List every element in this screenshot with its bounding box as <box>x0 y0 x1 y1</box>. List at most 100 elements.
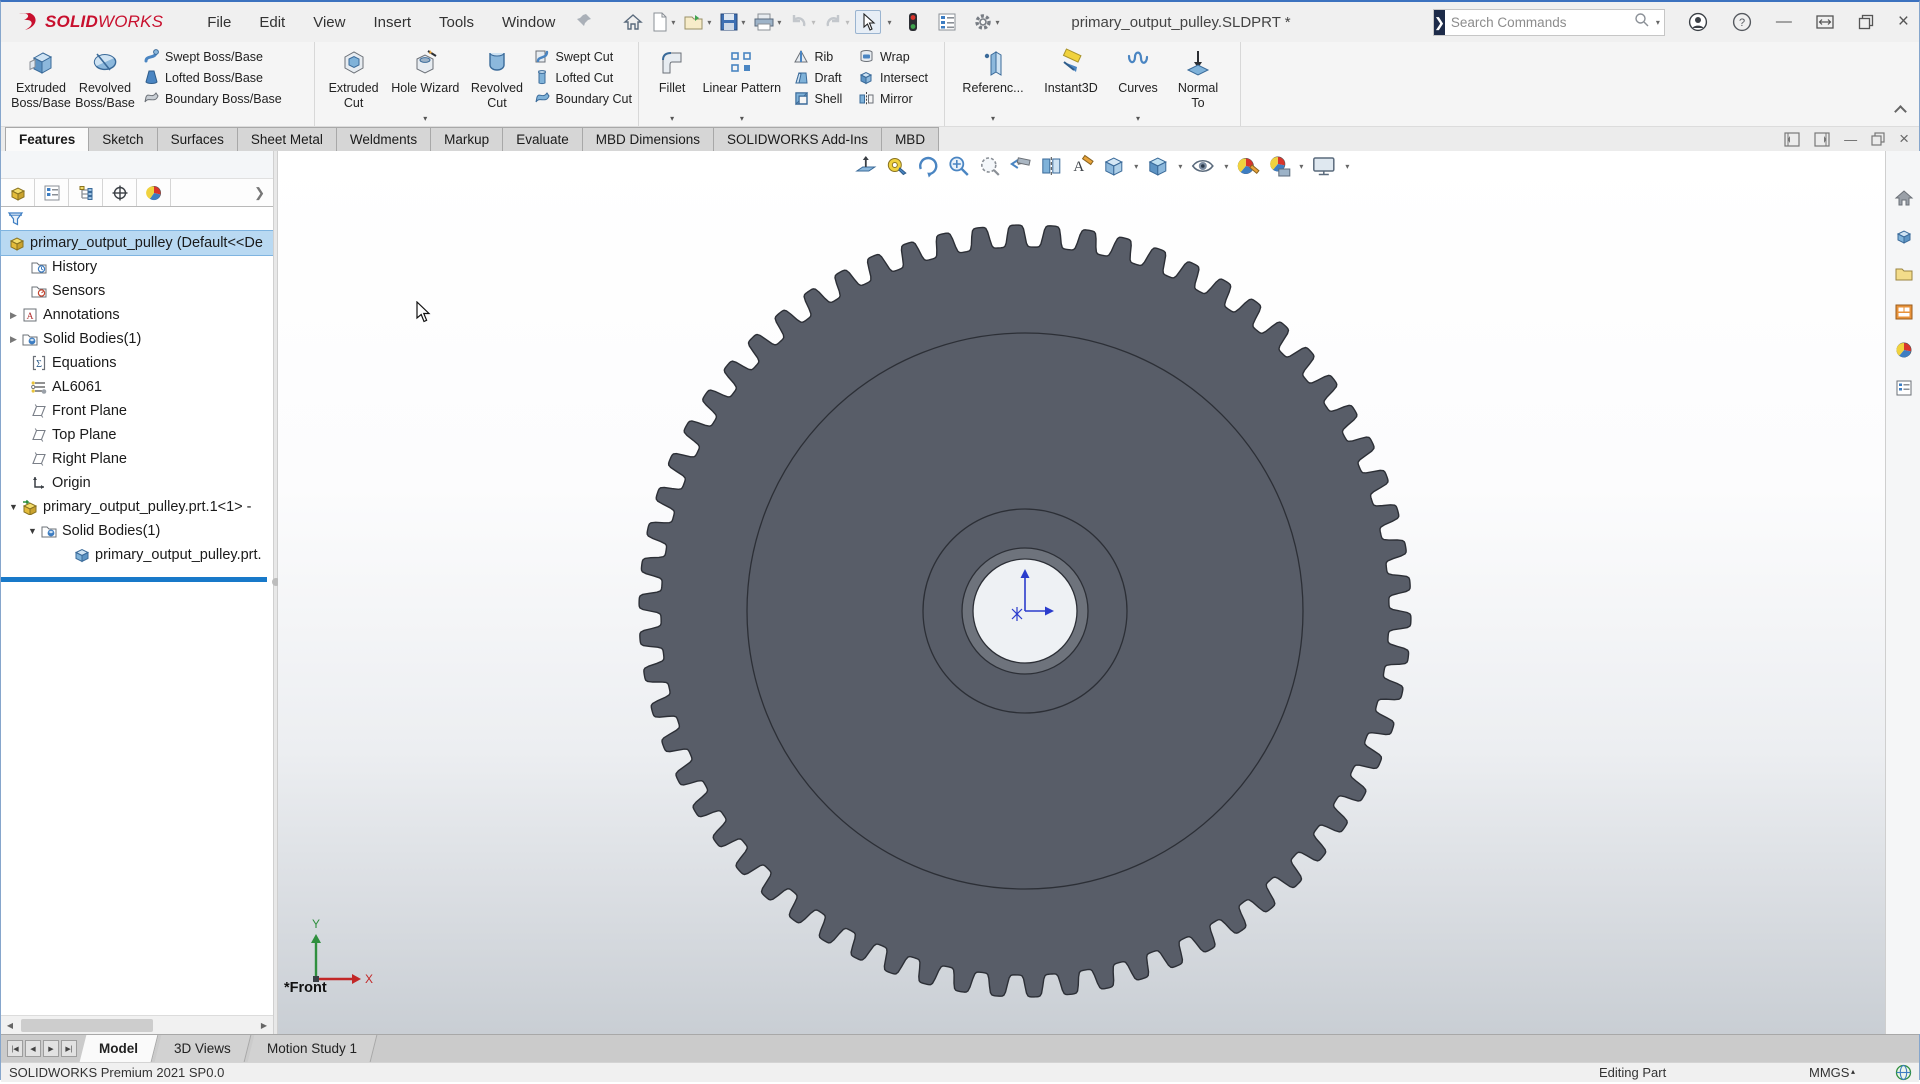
zoom-to-fit-icon[interactable] <box>853 154 877 178</box>
home-button[interactable] <box>621 10 645 34</box>
minimize-button[interactable]: — <box>1776 13 1792 31</box>
units-selector[interactable]: MMGS <box>1809 1065 1849 1080</box>
display-style-caret[interactable]: ▾ <box>1178 162 1182 171</box>
search-icon[interactable] <box>1634 12 1650 33</box>
print-button[interactable]: ▾ <box>751 10 783 34</box>
boundary-boss-base-button[interactable]: Boundary Boss/Base <box>143 88 282 109</box>
rotate-view-icon[interactable] <box>915 154 939 178</box>
tree-item-root[interactable]: primary_output_pulley (Default<<De <box>1 231 273 255</box>
tree-item-top-plane[interactable]: Top Plane <box>1 423 273 447</box>
previous-view-icon[interactable] <box>1008 154 1032 178</box>
swept-boss-base-button[interactable]: Swept Boss/Base <box>143 46 282 67</box>
section-view-icon[interactable] <box>1039 154 1063 178</box>
swept-cut-button[interactable]: Swept Cut <box>534 46 632 67</box>
view-palette-icon[interactable] <box>1894 303 1914 326</box>
hole-wizard-button[interactable]: Hole Wizard ▾ <box>384 46 466 124</box>
pin-menu-icon[interactable] <box>577 12 593 32</box>
menu-insert[interactable]: Insert <box>373 14 411 31</box>
tree-item-equations[interactable]: Σ Equations <box>1 351 273 375</box>
panel-flyout-arrow[interactable]: ❯ <box>254 185 265 201</box>
menu-file[interactable]: File <box>207 14 231 31</box>
boundary-cut-button[interactable]: Boundary Cut <box>534 88 632 109</box>
undo-button[interactable]: ▾ <box>787 11 817 33</box>
tree-item-origin[interactable]: Origin <box>1 471 273 495</box>
search-commands-box[interactable]: ❯ ▾ <box>1433 9 1665 36</box>
lofted-boss-base-button[interactable]: Lofted Boss/Base <box>143 67 282 88</box>
tree-item-annotations[interactable]: ▶ A Annotations <box>1 303 273 327</box>
tree-item-sub-solid-bodies[interactable]: ▼ Solid Bodies(1) <box>1 519 273 543</box>
status-globe-icon[interactable] <box>1895 1064 1912 1084</box>
normal-to-button[interactable]: Normal To <box>1167 46 1229 124</box>
save-button[interactable]: ▾ <box>717 10 747 34</box>
revolved-cut-button[interactable]: Revolved Cut <box>466 46 527 124</box>
menu-view[interactable]: View <box>313 14 345 31</box>
scrollbar-thumb[interactable] <box>21 1019 153 1032</box>
dimxpert-manager-tab[interactable] <box>103 179 137 206</box>
search-scope-caret[interactable]: ▾ <box>1656 18 1660 27</box>
tab-solidworks-add-ins[interactable]: SOLIDWORKS Add-Ins <box>713 127 882 151</box>
fillet-button[interactable]: Fillet ▾ <box>647 46 697 124</box>
annotation-views-icon[interactable]: A <box>1070 154 1094 178</box>
view-orientation-icon[interactable] <box>1101 154 1125 178</box>
mirror-button[interactable]: Mirror <box>858 88 938 109</box>
shell-button[interactable]: Shell <box>793 88 853 109</box>
rebuild-button[interactable] <box>905 10 921 34</box>
tab-weldments[interactable]: Weldments <box>336 127 431 151</box>
tree-item-sensors[interactable]: Sensors <box>1 279 273 303</box>
display-manager-tab[interactable] <box>137 179 171 206</box>
view-settings-icon[interactable] <box>1310 154 1336 178</box>
wrap-button[interactable]: Wrap <box>858 46 938 67</box>
first-tab-button[interactable]: |◀ <box>7 1040 23 1057</box>
motion-study-tab[interactable]: Motion Study 1 <box>247 1035 377 1062</box>
tree-item-front-plane[interactable]: Front Plane <box>1 399 273 423</box>
model-tab[interactable]: Model <box>80 1035 159 1062</box>
close-button[interactable]: × <box>1898 11 1909 33</box>
tab-surfaces[interactable]: Surfaces <box>157 127 238 151</box>
hide-show-items-icon[interactable] <box>1189 154 1215 178</box>
tree-item-imported-part[interactable]: ▼ primary_output_pulley.prt.1<1> - <box>1 495 273 519</box>
scroll-left-arrow[interactable]: ◀ <box>1 1021 19 1030</box>
select-tool-caret[interactable]: ▾ <box>887 18 891 27</box>
units-caret[interactable]: ▴ <box>1851 1067 1855 1076</box>
linear-pattern-button[interactable]: Linear Pattern ▾ <box>697 46 786 124</box>
collapse-ribbon-chevron[interactable] <box>1894 105 1907 118</box>
tree-filter-row[interactable] <box>1 207 273 231</box>
zoom-to-area-icon[interactable] <box>946 154 970 178</box>
search-commands-input[interactable] <box>1445 15 1634 30</box>
design-library-icon[interactable] <box>1894 227 1914 250</box>
curves-button[interactable]: Curves ▾ <box>1109 46 1167 124</box>
rib-button[interactable]: Rib <box>793 46 853 67</box>
custom-properties-icon[interactable] <box>1894 379 1914 402</box>
tree-item-right-plane[interactable]: Right Plane <box>1 447 273 471</box>
previous-pane-icon[interactable] <box>1784 132 1800 147</box>
tree-horizontal-scrollbar[interactable]: ◀ ▶ <box>1 1015 273 1034</box>
redo-button[interactable]: ▾ <box>821 11 851 33</box>
tree-item-solid-bodies[interactable]: ▶ Solid Bodies(1) <box>1 327 273 351</box>
lofted-cut-button[interactable]: Lofted Cut <box>534 67 632 88</box>
doc-close-button[interactable]: × <box>1899 129 1909 149</box>
next-pane-icon[interactable] <box>1814 132 1830 147</box>
reference-geometry-button[interactable]: Referenc... ▾ <box>953 46 1033 124</box>
display-style-icon[interactable] <box>1145 154 1169 178</box>
restore-button[interactable] <box>1858 14 1874 30</box>
collapse-arrow-icon[interactable]: ▼ <box>6 502 21 512</box>
collapse-arrow-icon[interactable]: ▼ <box>25 526 40 536</box>
scroll-right-arrow[interactable]: ▶ <box>255 1021 273 1030</box>
reference-geometry-caret[interactable]: ▾ <box>991 114 995 123</box>
doc-minimize-button[interactable]: — <box>1844 132 1857 147</box>
menu-tools[interactable]: Tools <box>439 14 474 31</box>
tree-item-history[interactable]: History <box>1 255 273 279</box>
extruded-cut-button[interactable]: Extruded Cut <box>323 46 384 124</box>
expand-arrow-icon[interactable]: ▶ <box>6 310 21 321</box>
menu-edit[interactable]: Edit <box>259 14 285 31</box>
edit-appearance-icon[interactable] <box>1235 154 1259 178</box>
tree-item-material[interactable]: AL6061 <box>1 375 273 399</box>
menu-window[interactable]: Window <box>502 14 555 31</box>
file-properties-button[interactable] <box>935 10 959 34</box>
appearances-icon[interactable] <box>1894 341 1914 364</box>
open-document-button[interactable]: ▾ <box>681 10 713 34</box>
tab-evaluate[interactable]: Evaluate <box>502 127 583 151</box>
3d-views-tab[interactable]: 3D Views <box>155 1035 252 1062</box>
span-displays-button[interactable] <box>1816 14 1834 30</box>
tab-mbd-dimensions[interactable]: MBD Dimensions <box>582 127 714 151</box>
